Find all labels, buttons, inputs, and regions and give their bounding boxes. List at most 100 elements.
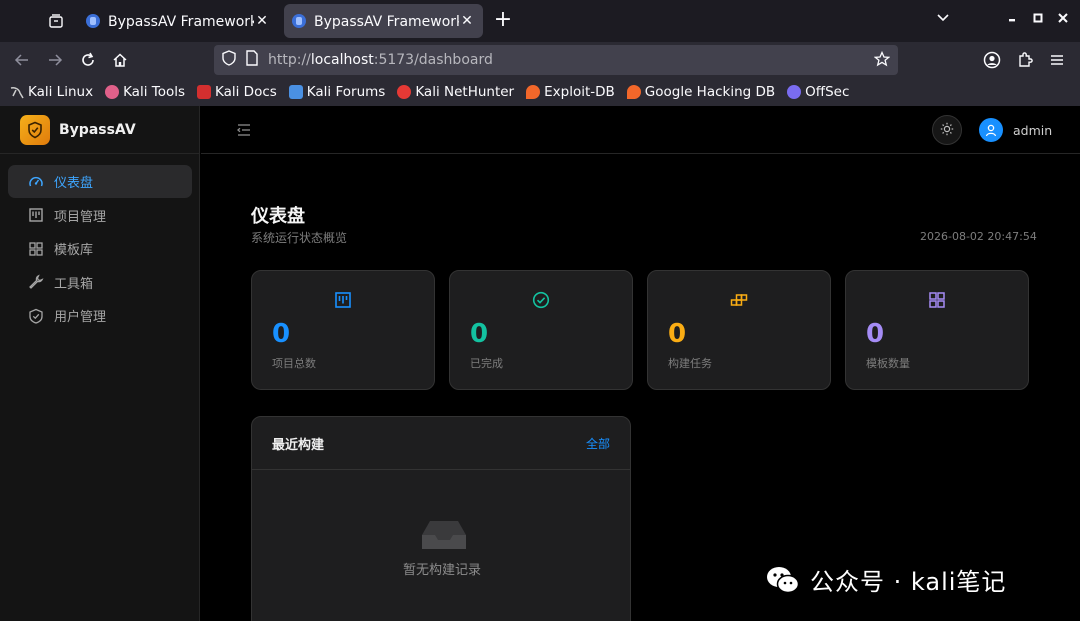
avatar	[979, 118, 1003, 142]
sidebar-item-toolbox[interactable]: 工具箱	[8, 266, 192, 299]
app-root: BypassAV 仪表盘 项目管理 模板库 工具箱 用户管理 admin 仪表盘…	[0, 106, 1080, 621]
minimize-icon[interactable]	[1006, 11, 1018, 29]
extensions-icon[interactable]	[1013, 48, 1037, 72]
sidebar-item-users[interactable]: 用户管理	[8, 299, 192, 332]
bookmark-label: OffSec	[805, 84, 850, 100]
stat-card-templates[interactable]: 0 模板数量	[845, 270, 1029, 390]
sidebar-item-templates[interactable]: 模板库	[8, 232, 192, 265]
bookmark-label: Exploit-DB	[544, 84, 615, 100]
window-close-icon[interactable]	[1057, 11, 1069, 29]
sidebar-item-label: 工具箱	[54, 276, 94, 292]
forward-icon[interactable]	[43, 48, 67, 72]
url-scheme: http://	[268, 52, 311, 68]
kali-dragon-icon	[10, 85, 24, 99]
reload-icon[interactable]	[76, 48, 100, 72]
home-icon[interactable]	[108, 48, 132, 72]
stat-value: 0	[866, 319, 885, 349]
wrench-icon	[28, 274, 44, 290]
new-tab-icon[interactable]: +	[490, 8, 516, 34]
star-icon[interactable]	[873, 50, 891, 71]
empty-inbox-icon	[420, 517, 468, 553]
shield-icon[interactable]	[222, 50, 236, 70]
sun-icon	[940, 121, 954, 140]
tab-title: BypassAV Framework - 免	[108, 14, 254, 30]
app-header: admin	[201, 106, 1080, 154]
kali-docs-icon	[197, 85, 211, 99]
bookmark-label: Google Hacking DB	[644, 84, 776, 100]
menu-icon[interactable]	[1045, 48, 1069, 72]
bookmark-label: Kali Linux	[28, 84, 94, 100]
sidebar-item-dashboard[interactable]: 仪表盘	[8, 165, 192, 198]
bookmark-kali-tools[interactable]: Kali Tools	[105, 84, 185, 100]
brand-shield-icon	[20, 114, 50, 145]
stat-card-projects[interactable]: 0 项目总数	[251, 270, 435, 390]
browser-tab-1[interactable]: BypassAV Framework - 免 ✕	[78, 4, 278, 38]
check-circle-icon	[532, 291, 550, 309]
theme-toggle-button[interactable]	[932, 115, 962, 145]
favicon-icon	[86, 14, 100, 28]
bookmark-exploit-db[interactable]: Exploit-DB	[526, 84, 615, 100]
bookmark-label: Kali Forums	[306, 84, 386, 100]
maximize-icon[interactable]	[1032, 11, 1044, 29]
sidebar-item-projects[interactable]: 项目管理	[8, 199, 192, 232]
wechat-icon	[766, 565, 800, 595]
browser-nav-bar: http://localhost:5173/dashboard	[0, 42, 1080, 78]
kali-tools-icon	[105, 85, 120, 99]
view-all-link[interactable]: 全部	[586, 435, 610, 452]
stat-value: 0	[470, 319, 489, 349]
shield-user-icon	[28, 308, 44, 324]
nethunter-icon	[397, 85, 412, 99]
ghdb-icon	[626, 85, 641, 99]
grid-icon	[928, 291, 946, 309]
tab-list-icon[interactable]	[38, 4, 74, 38]
page-title: 仪表盘	[251, 206, 305, 227]
browser-tab-2[interactable]: BypassAV Framework - 免 ✕	[284, 4, 483, 38]
stat-card-builds[interactable]: 0 构建任务	[647, 270, 831, 390]
url-path: :5173/dashboard	[373, 52, 493, 68]
stat-value: 0	[668, 319, 687, 349]
chevron-down-icon[interactable]	[936, 11, 950, 29]
bookmark-kali-docs[interactable]: Kali Docs	[197, 84, 277, 100]
bookmark-ghdb[interactable]: Google Hacking DB	[626, 84, 776, 100]
tab-title: BypassAV Framework - 免	[314, 14, 459, 30]
bookmark-offsec[interactable]: OffSec	[787, 84, 849, 100]
bookmark-kali-nethunter[interactable]: Kali NetHunter	[397, 84, 514, 100]
recent-builds-title: 最近构建	[272, 437, 325, 453]
stat-card-completed[interactable]: 0 已完成	[449, 270, 633, 390]
stat-label: 项目总数	[272, 357, 316, 370]
back-icon[interactable]	[10, 48, 34, 72]
empty-state-text: 暂无构建记录	[402, 563, 481, 578]
browser-tab-bar: BypassAV Framework - 免 ✕ BypassAV Framew…	[0, 0, 1080, 42]
page-subtitle: 系统运行状态概览	[251, 231, 348, 245]
close-icon[interactable]: ✕	[459, 13, 475, 29]
bookmark-label: Kali NetHunter	[415, 84, 515, 100]
brand-name: BypassAV	[59, 121, 136, 138]
stat-label: 已完成	[470, 357, 503, 370]
sidebar-item-label: 仪表盘	[54, 176, 94, 191]
page-icon[interactable]	[246, 50, 258, 70]
url-bar[interactable]: http://localhost:5173/dashboard	[214, 45, 898, 75]
bookmark-label: Kali Docs	[215, 84, 277, 100]
url-host: localhost	[310, 52, 374, 68]
close-icon[interactable]: ✕	[254, 13, 270, 29]
url-text[interactable]: http://localhost:5173/dashboard	[268, 52, 493, 68]
user-menu[interactable]: admin	[979, 118, 1052, 142]
bookmark-kali-linux[interactable]: Kali Linux	[10, 84, 93, 100]
sidebar-menu: 仪表盘 项目管理 模板库 工具箱 用户管理	[8, 165, 192, 333]
project-icon	[28, 207, 44, 223]
sidebar-item-label: 模板库	[54, 243, 94, 258]
page-timestamp: 2026-08-02 20:47:54	[920, 230, 1037, 243]
sidebar: BypassAV 仪表盘 项目管理 模板库 工具箱 用户管理	[0, 106, 200, 621]
account-icon[interactable]	[980, 48, 1004, 72]
collapse-sidebar-icon[interactable]	[235, 120, 253, 140]
offsec-icon	[787, 85, 802, 99]
kali-forums-icon	[288, 85, 303, 99]
favicon-icon	[292, 14, 306, 28]
sidebar-item-label: 用户管理	[54, 310, 107, 325]
recent-builds-card: 最近构建 全部 暂无构建记录	[251, 416, 631, 621]
dashboard-icon	[28, 174, 44, 190]
brand[interactable]: BypassAV	[0, 106, 199, 154]
user-name: admin	[1013, 122, 1053, 138]
bookmark-kali-forums[interactable]: Kali Forums	[288, 84, 386, 100]
template-icon	[28, 241, 44, 257]
